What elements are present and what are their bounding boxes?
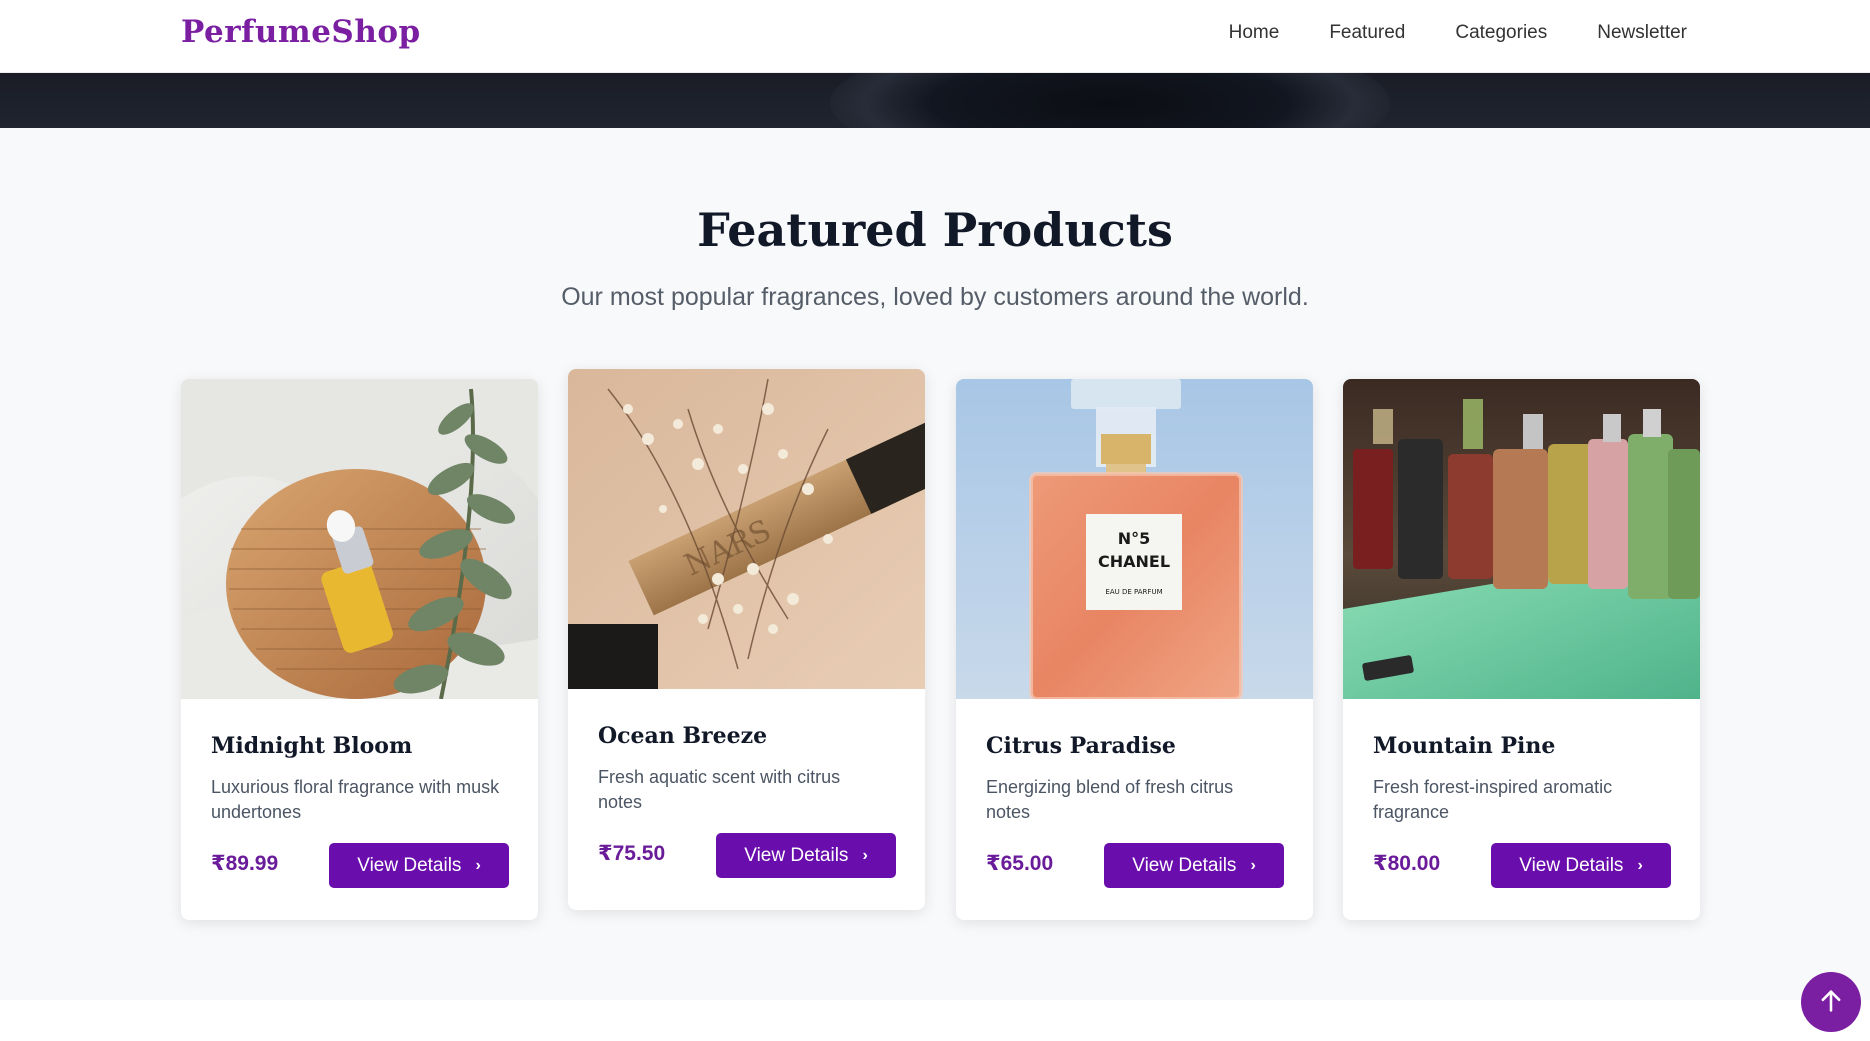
product-price: ₹75.50: [598, 842, 666, 865]
product-label-line3: EAU DE PARFUM: [1105, 588, 1162, 596]
product-price: ₹80.00: [1373, 852, 1441, 875]
section-subtitle: Our most popular fragrances, loved by cu…: [561, 283, 1309, 311]
next-section-start: [0, 1000, 1870, 1041]
scroll-to-top-button[interactable]: [1801, 972, 1861, 1032]
product-name: Mountain Pine: [1373, 733, 1556, 759]
product-info: Citrus Paradise Energizing blend of fres…: [956, 699, 1313, 920]
view-details-button[interactable]: View Details ›: [329, 843, 509, 888]
product-info: Ocean Breeze Fresh aquatic scent with ci…: [568, 689, 925, 910]
view-details-label: View Details: [357, 854, 462, 876]
product-price: ₹89.99: [211, 852, 279, 875]
product-price: ₹65.00: [986, 852, 1054, 875]
product-image: N°5 CHANEL EAU DE PARFUM: [956, 379, 1313, 699]
product-name: Ocean Breeze: [598, 723, 768, 749]
view-details-label: View Details: [744, 844, 849, 866]
product-description: Energizing blend of fresh citrus notes: [986, 777, 1234, 822]
nav-categories[interactable]: Categories: [1455, 22, 1547, 44]
product-card: Midnight Bloom Luxurious floral fragranc…: [181, 379, 538, 920]
product-label-line2: CHANEL: [1098, 552, 1170, 571]
main-nav: Home Featured Categories Newsletter: [1229, 22, 1687, 44]
nav-newsletter[interactable]: Newsletter: [1597, 22, 1687, 44]
view-details-button[interactable]: View Details ›: [1491, 843, 1671, 888]
product-name: Midnight Bloom: [211, 733, 413, 759]
chevron-right-icon: ›: [1250, 856, 1256, 874]
nav-home[interactable]: Home: [1229, 22, 1280, 44]
chevron-right-icon: ›: [475, 856, 481, 874]
chevron-right-icon: ›: [862, 846, 868, 864]
navbar: PerfumeShop Home Featured Categories New…: [0, 0, 1870, 73]
brand-logo[interactable]: PerfumeShop: [181, 14, 421, 50]
product-image: [181, 379, 538, 699]
product-info: Midnight Bloom Luxurious floral fragranc…: [181, 699, 538, 920]
hero-shadow: [830, 73, 1390, 128]
view-details-label: View Details: [1519, 854, 1624, 876]
view-details-button[interactable]: View Details ›: [1104, 843, 1284, 888]
product-description: Fresh forest-inspired aromatic fragrance: [1373, 777, 1613, 822]
featured-products-section: Featured Products Our most popular fragr…: [0, 128, 1870, 1000]
section-title: Featured Products: [697, 203, 1173, 257]
product-info: Mountain Pine Fresh forest-inspired arom…: [1343, 699, 1700, 920]
hero-banner-bottom: [0, 73, 1870, 128]
product-label-line1: N°5: [1118, 529, 1151, 548]
product-description: Luxurious floral fragrance with musk und…: [211, 777, 500, 822]
product-card: NARS Ocean Breeze Fresh aquatic scent wi…: [568, 369, 925, 910]
product-image: NARS: [568, 369, 925, 689]
product-name: Citrus Paradise: [986, 733, 1176, 759]
view-details-button[interactable]: View Details ›: [716, 833, 896, 878]
product-card: Mountain Pine Fresh forest-inspired arom…: [1343, 379, 1700, 920]
chevron-right-icon: ›: [1637, 856, 1643, 874]
arrow-up-icon: [1817, 987, 1845, 1018]
view-details-label: View Details: [1132, 854, 1237, 876]
product-image: [1343, 379, 1700, 699]
product-description: Fresh aquatic scent with citrus notes: [598, 767, 841, 812]
product-card: N°5 CHANEL EAU DE PARFUM Citrus Paradise…: [956, 379, 1313, 920]
nav-featured[interactable]: Featured: [1329, 22, 1405, 44]
